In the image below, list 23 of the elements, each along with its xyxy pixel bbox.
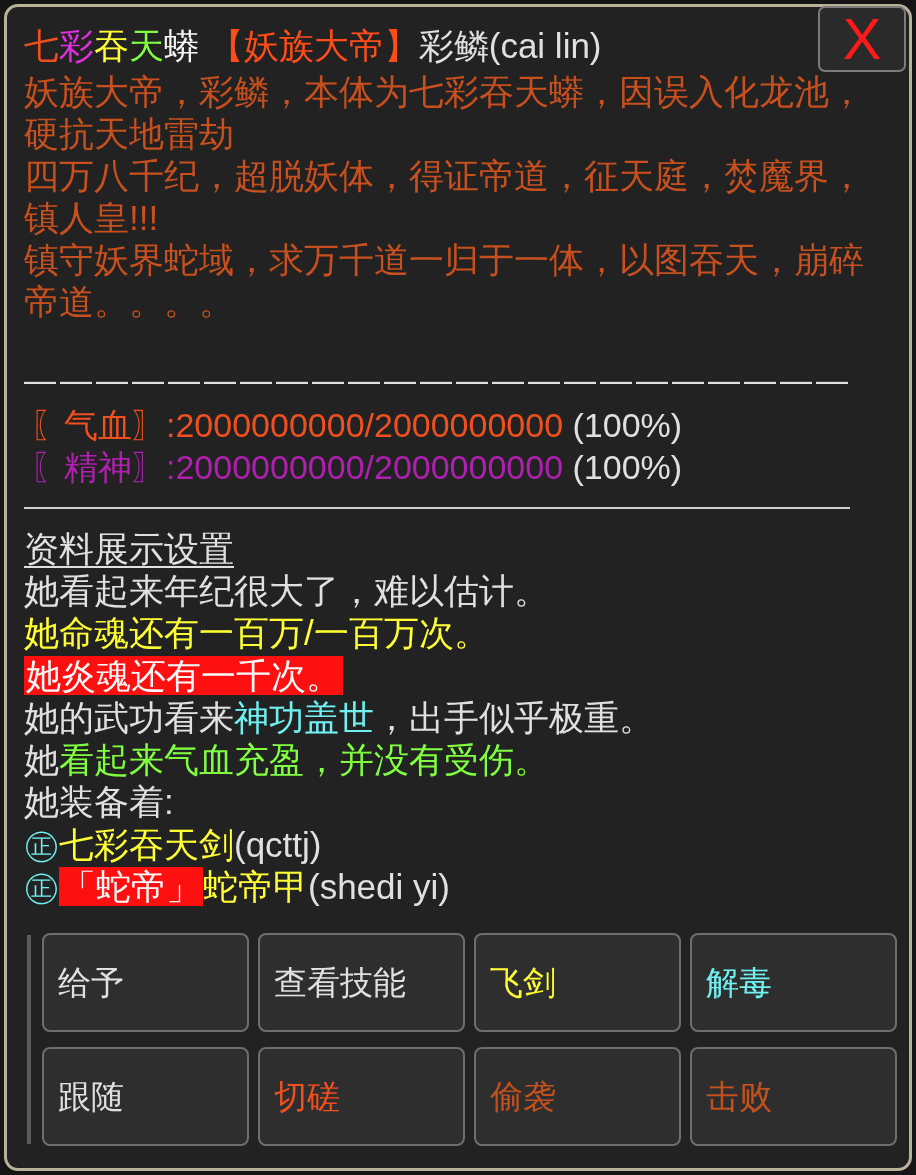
action-button[interactable]: 查看技能 (258, 933, 465, 1033)
settings-link[interactable]: 资料展示设置 (24, 528, 234, 570)
equipment-item: ㊣七彩吞天剑(qcttj) (24, 823, 322, 866)
close-button[interactable]: X (818, 6, 906, 72)
stat-line: 〖精神〗:2000000000/2000000000 (100%) (30, 447, 683, 488)
status-text: 她装备着: (24, 781, 174, 824)
action-button[interactable]: 切磋 (258, 1047, 465, 1147)
status-text: 她炎魂还有一千次。 (24, 654, 343, 697)
character-title: 七彩吞天蟒 【妖族大帝】彩鳞(cai lin) (24, 25, 602, 67)
dashed-divider-text: ——————————————————————— (24, 361, 852, 400)
description-text: 妖族大帝，彩鳞，本体为七彩吞天蟒，因误入化龙池，硬抗天地雷劫 (24, 71, 865, 155)
description-text: 镇守妖界蛇域，求万千道一归于一体，以图吞天，崩碎帝道。。。。 (24, 239, 865, 323)
action-button[interactable]: 跟随 (42, 1047, 249, 1147)
action-button[interactable]: 飞剑 (474, 933, 681, 1033)
action-button[interactable]: 解毒 (690, 933, 897, 1033)
status-text: 她看起来气血充盈，并没有受伤。 (24, 739, 549, 782)
status-text: 她命魂还有一百万/一百万次。 (24, 612, 489, 655)
description-text: 四万八千纪，超脱妖体，得证帝道，征天庭，焚魔界，镇人皇!!! (24, 155, 865, 239)
action-button[interactable]: 给予 (42, 933, 249, 1033)
status-text: 她看起来年纪很大了，难以估计。 (24, 570, 549, 612)
status-text: 她的武功看来神功盖世，出手似乎极重。 (24, 696, 654, 739)
equipment-item: ㊣「蛇帝」蛇帝甲(shedi yi) (24, 866, 450, 909)
stat-line: 〖气血〗:2000000000/2000000000 (100%) (30, 405, 683, 446)
